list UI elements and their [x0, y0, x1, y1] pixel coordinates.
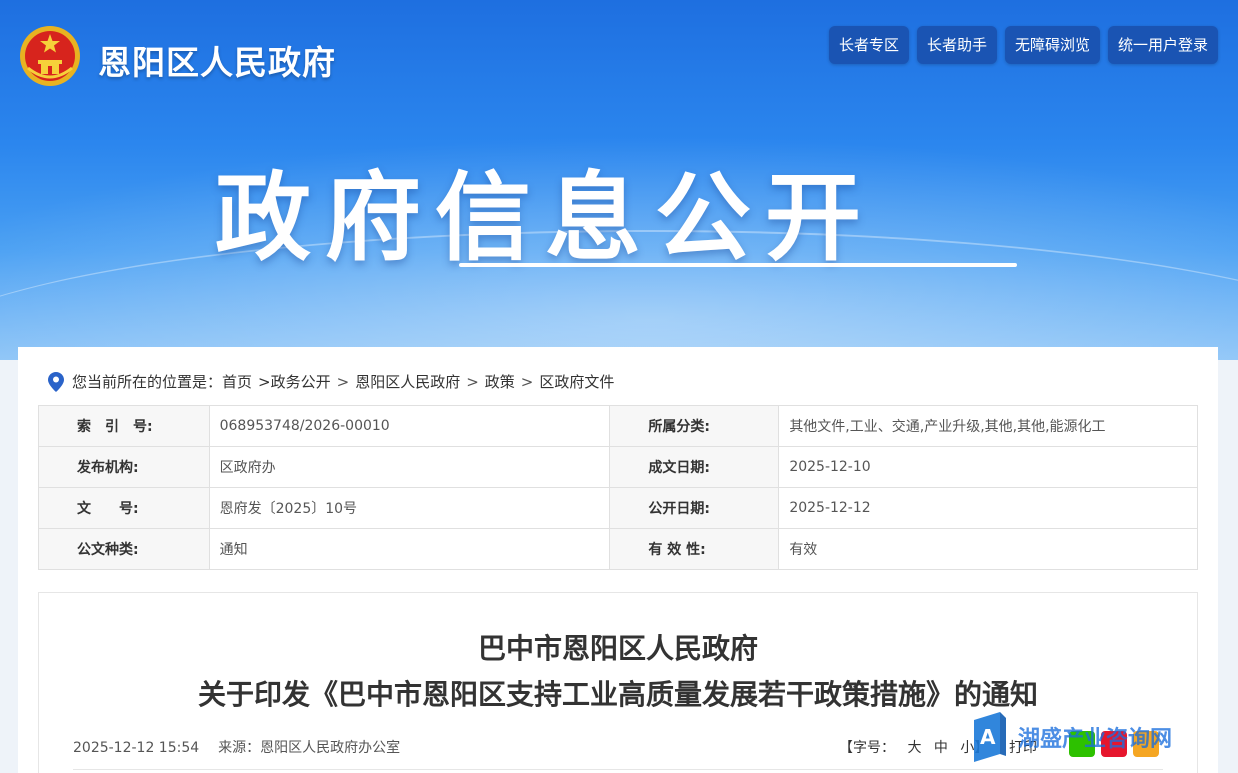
site-title[interactable]: 恩阳区人民政府	[98, 36, 336, 84]
font-size-large-button[interactable]: 大	[907, 740, 921, 756]
breadcrumb-separator: >	[336, 372, 350, 391]
document-number-label: 文 号:	[38, 487, 210, 529]
breadcrumb-gov-affairs[interactable]: >政务公开	[258, 371, 331, 392]
validity-label: 有 效 性:	[609, 528, 780, 570]
unified-login-button[interactable]: 统一用户登录	[1107, 26, 1218, 64]
article-source: 来源：恩阳区人民政府办公室	[218, 740, 401, 756]
document-type-label: 公文种类:	[38, 528, 210, 570]
content-panel: 您当前所在的位置是： 首页 >政务公开 > 恩阳区人民政府 > 政策 > 区政府…	[18, 347, 1218, 773]
breadcrumb-separator: >	[520, 372, 534, 391]
publish-date-label: 公开日期:	[609, 487, 780, 529]
breadcrumb: 您当前所在的位置是： 首页 >政务公开 > 恩阳区人民政府 > 政策 > 区政府…	[48, 371, 614, 392]
accessibility-button[interactable]: 无障碍浏览	[1004, 26, 1100, 64]
article-divider	[73, 769, 1163, 770]
table-row: 索 引 号: 068953748/2026-00010 所属分类: 其他文件,工…	[38, 405, 1198, 447]
article-datetime: 2025-12-12 15:54	[73, 740, 200, 756]
article-info: 2025-12-12 15:54 来源：恩阳区人民政府办公室	[73, 737, 400, 757]
table-row: 文 号: 恩府发〔2025〕10号 公开日期: 2025-12-12	[38, 487, 1198, 529]
index-number-label: 索 引 号:	[38, 405, 210, 447]
category-value: 其他文件,工业、交通,产业升级,其他,其他,能源化工	[778, 405, 1198, 447]
publisher-value: 区政府办	[208, 446, 611, 488]
font-size-control: 【字号： 大 中 小】	[839, 737, 988, 757]
table-row: 发布机构: 区政府办 成文日期: 2025-12-10	[38, 446, 1198, 488]
index-number-value: 068953748/2026-00010	[208, 405, 611, 447]
location-pin-icon	[48, 371, 64, 392]
watermark: A 湖盛产业咨询网	[974, 712, 1172, 762]
breadcrumb-separator: >	[466, 372, 479, 391]
breadcrumb-district-gov[interactable]: 恩阳区人民政府	[355, 371, 460, 392]
elderly-zone-button[interactable]: 长者专区	[828, 26, 909, 64]
breadcrumb-policy[interactable]: 政策	[485, 371, 515, 392]
written-date-label: 成文日期:	[609, 446, 780, 488]
publisher-label: 发布机构:	[38, 446, 210, 488]
article-title-line2: 关于印发《巴中市恩阳区支持工业高质量发展若干政策措施》的通知	[197, 678, 1038, 711]
banner-title-underline	[459, 263, 1017, 267]
category-label: 所属分类:	[609, 405, 780, 447]
publish-date-value: 2025-12-12	[778, 487, 1198, 529]
watermark-logo-icon: A	[974, 712, 1006, 762]
document-type-value: 通知	[208, 528, 611, 570]
validity-value: 有效	[778, 528, 1198, 570]
written-date-value: 2025-12-10	[778, 446, 1198, 488]
font-size-medium-button[interactable]: 中	[934, 740, 948, 756]
national-emblem-icon[interactable]	[18, 24, 82, 88]
document-number-value: 恩府发〔2025〕10号	[208, 487, 611, 529]
banner-title: 政府信息公开	[215, 162, 875, 274]
table-row: 公文种类: 通知 有 效 性: 有效	[38, 528, 1198, 570]
elderly-assistant-button[interactable]: 长者助手	[916, 26, 997, 64]
breadcrumb-prefix: 您当前所在的位置是：	[72, 373, 223, 391]
font-size-label: 【字号：	[839, 740, 895, 756]
breadcrumb-district-docs[interactable]: 区政府文件	[539, 371, 614, 392]
breadcrumb-home[interactable]: 首页	[222, 371, 252, 392]
top-links: 长者专区 长者助手 无障碍浏览 统一用户登录	[828, 26, 1218, 64]
watermark-text: 湖盛产业咨询网	[1018, 726, 1173, 752]
article-title-line1: 巴中市恩阳区人民政府	[477, 632, 758, 665]
header-banner: 恩阳区人民政府 长者专区 长者助手 无障碍浏览 统一用户登录 政府信息公开	[0, 0, 1238, 360]
document-metadata-table: 索 引 号: 068953748/2026-00010 所属分类: 其他文件,工…	[38, 405, 1198, 570]
svg-text:A: A	[980, 725, 996, 749]
